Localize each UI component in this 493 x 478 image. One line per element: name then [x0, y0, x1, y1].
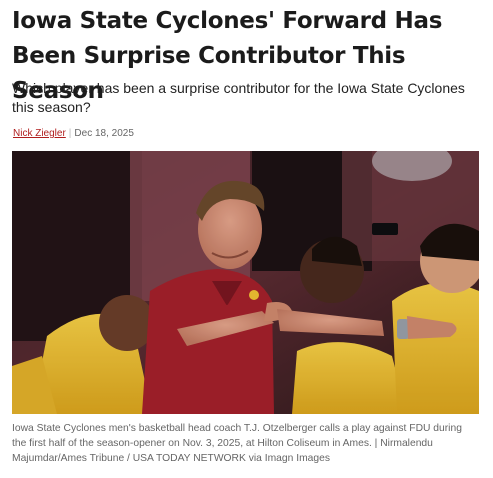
byline-separator: | [68, 128, 72, 139]
author-link[interactable]: Nick Ziegler [13, 128, 66, 139]
publish-date: Dec 18, 2025 [74, 128, 134, 139]
article-page: Iowa State Cyclones' Forward Has Been Su… [0, 0, 493, 478]
photo-illustration [12, 151, 479, 414]
byline: Nick Ziegler | Dec 18, 2025 [13, 127, 134, 140]
article-subheadline: Which player has been a surprise contrib… [12, 80, 465, 115]
article-photo [12, 151, 479, 414]
photo-caption: Iowa State Cyclones men's basketball hea… [12, 423, 462, 464]
